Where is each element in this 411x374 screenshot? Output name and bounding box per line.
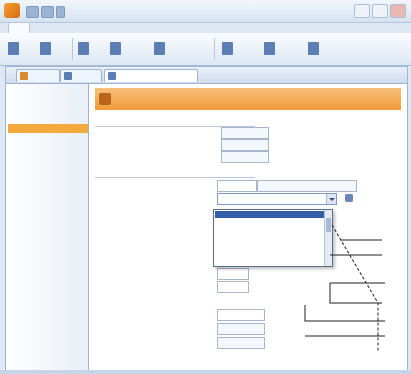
ribbon-button-new[interactable] bbox=[6, 37, 36, 61]
tab-project[interactable] bbox=[60, 69, 102, 82]
chamfer-line bbox=[331, 224, 379, 351]
tab-home[interactable] bbox=[16, 69, 60, 82]
status-bar bbox=[0, 370, 411, 374]
sketch-lines bbox=[304, 224, 385, 351]
field-value bbox=[221, 151, 269, 163]
document-tab-strip bbox=[6, 67, 407, 84]
home-icon bbox=[20, 72, 28, 80]
ribbon-toolbar bbox=[0, 33, 411, 66]
maximize-button[interactable] bbox=[372, 4, 388, 18]
ribbon-button-report[interactable] bbox=[262, 37, 304, 61]
ribbon-button-save[interactable] bbox=[76, 37, 106, 61]
chevron-down-icon[interactable] bbox=[56, 6, 65, 18]
title-bar bbox=[0, 0, 411, 23]
profile-line bbox=[329, 283, 382, 304]
sidebar-item[interactable] bbox=[8, 133, 88, 142]
field-value bbox=[221, 127, 269, 139]
value-input[interactable] bbox=[217, 281, 249, 293]
save-icon bbox=[78, 42, 89, 55]
field-value bbox=[217, 337, 265, 349]
ribbon-button-open[interactable] bbox=[38, 37, 68, 61]
print-icon bbox=[110, 42, 121, 55]
tab-document[interactable] bbox=[104, 69, 198, 82]
sidebar-item[interactable] bbox=[8, 97, 88, 106]
document-icon bbox=[108, 72, 116, 80]
calculate-icon bbox=[154, 42, 165, 55]
close-button[interactable] bbox=[390, 4, 406, 18]
window-title bbox=[110, 6, 300, 16]
undo-icon[interactable] bbox=[41, 6, 54, 18]
section-header bbox=[95, 88, 401, 110]
value-input[interactable] bbox=[217, 268, 249, 280]
ribbon-button-print[interactable] bbox=[108, 37, 150, 61]
field-value bbox=[221, 139, 269, 151]
report-icon bbox=[264, 42, 275, 55]
dimension-sketch bbox=[304, 224, 385, 351]
project-icon bbox=[64, 72, 72, 80]
ribbon-separator bbox=[214, 38, 215, 60]
field-value bbox=[217, 323, 265, 335]
app-logo-icon[interactable] bbox=[4, 3, 20, 18]
ribbon-button-export[interactable] bbox=[220, 37, 260, 61]
open-icon bbox=[40, 42, 51, 55]
profile-line bbox=[304, 305, 385, 322]
ribbon-button-help[interactable] bbox=[306, 37, 342, 61]
section-icon bbox=[99, 93, 111, 105]
minimize-button[interactable] bbox=[354, 4, 370, 18]
sidebar-item[interactable] bbox=[8, 115, 88, 124]
value-input[interactable] bbox=[217, 309, 265, 321]
ribbon-separator bbox=[72, 38, 73, 60]
sidebar-item-active[interactable] bbox=[8, 124, 88, 133]
new-icon bbox=[8, 42, 19, 55]
sidebar-item[interactable] bbox=[8, 88, 88, 97]
ribbon-button-calculate[interactable] bbox=[152, 37, 196, 61]
export-icon bbox=[222, 42, 233, 55]
save-icon[interactable] bbox=[26, 6, 39, 18]
dropdown-option[interactable] bbox=[215, 211, 326, 218]
help-icon bbox=[308, 42, 319, 55]
sidebar-item[interactable] bbox=[8, 106, 88, 115]
